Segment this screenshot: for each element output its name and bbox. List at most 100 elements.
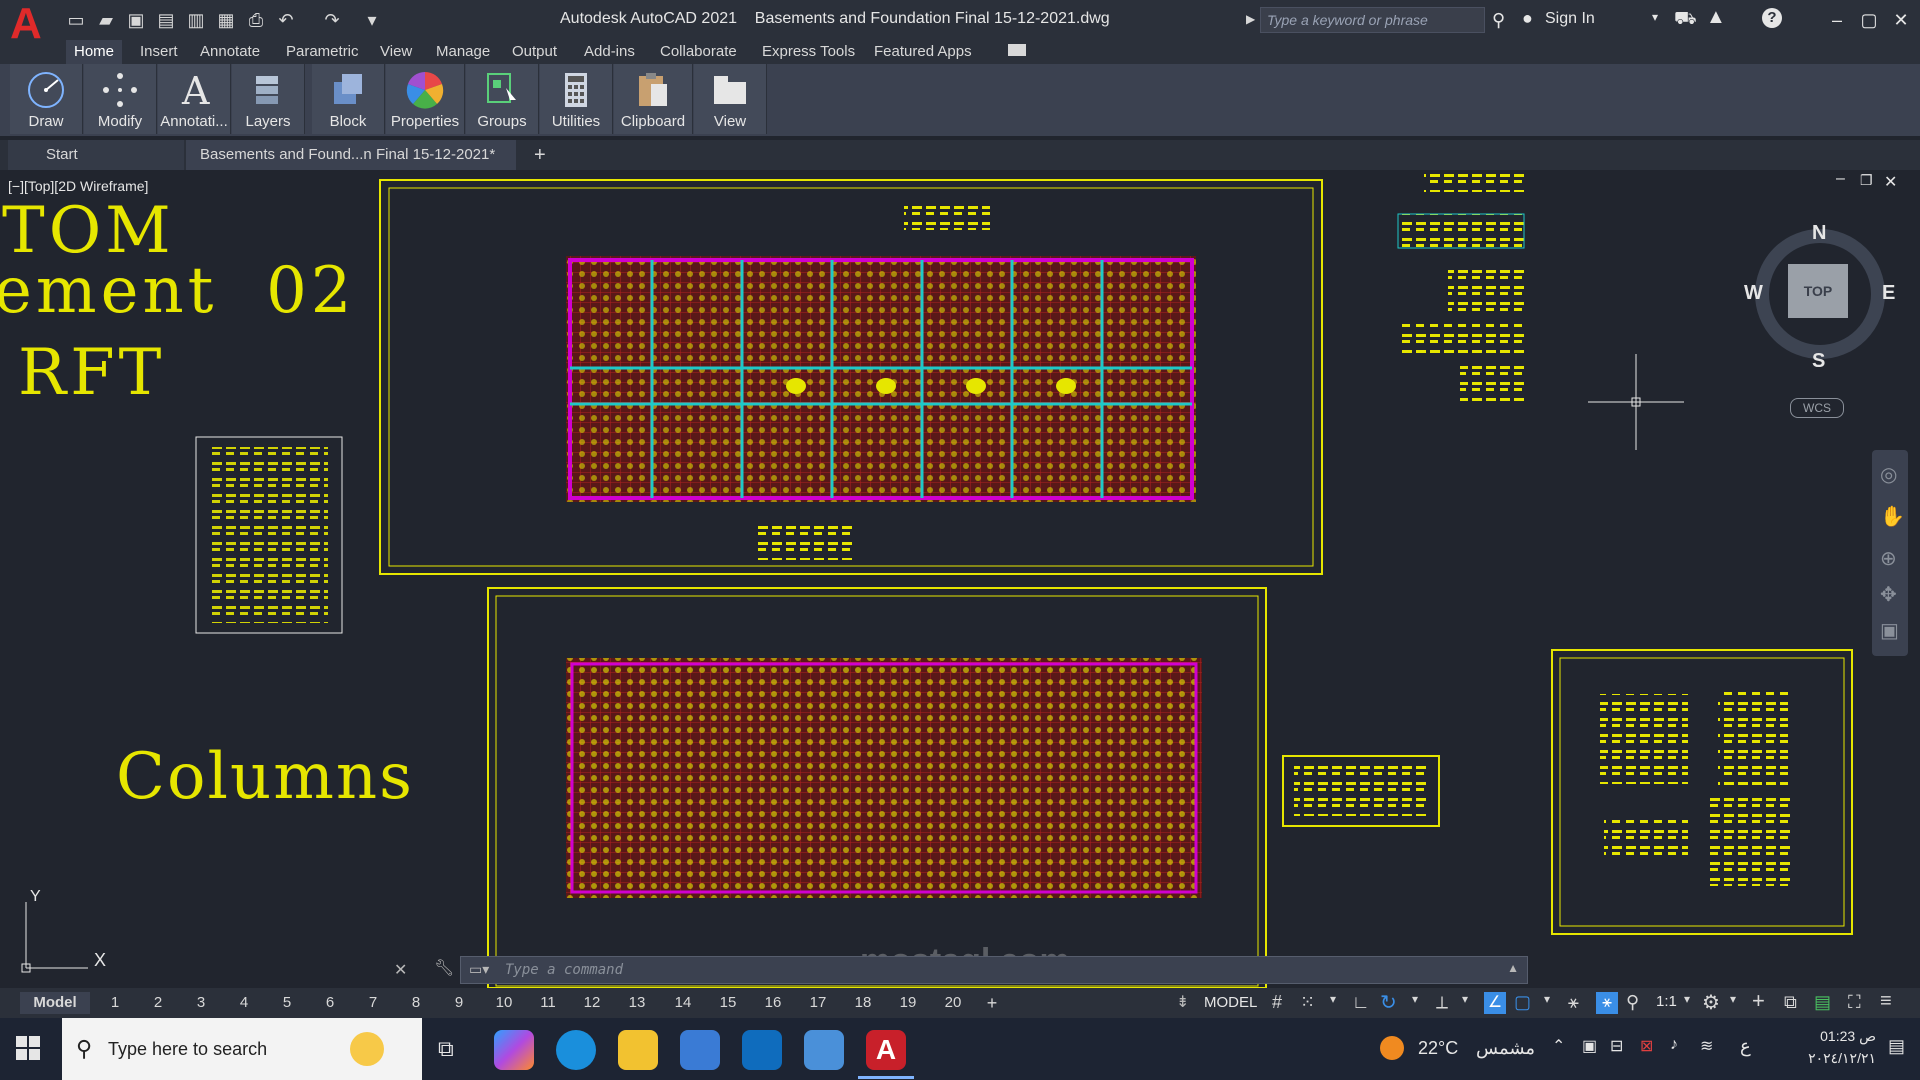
command-line[interactable]: ▭▾ Type a command ▲ <box>460 956 1528 984</box>
layout-tab-20[interactable]: 20 <box>936 992 970 1014</box>
object-snap-icon[interactable]: ▢ <box>1514 992 1531 1013</box>
viewcube-west[interactable]: W <box>1744 282 1763 305</box>
tray-app-icon[interactable]: ▣ <box>1582 1036 1597 1056</box>
orbit-icon[interactable]: ✥ <box>1880 582 1897 607</box>
tab-output[interactable]: Output <box>504 40 565 64</box>
autocad-logo-icon[interactable]: A <box>10 2 50 46</box>
viewcube-top-face[interactable]: TOP <box>1788 264 1848 318</box>
layout-tab-model[interactable]: Model <box>20 992 90 1014</box>
model-space-toggle[interactable]: MODEL <box>1204 992 1257 1014</box>
scale-dropdown-icon[interactable]: ▾ <box>1684 992 1690 1006</box>
taskbar-search-input[interactable]: ⚲ Type here to search <box>62 1018 422 1080</box>
redo-icon[interactable]: ↷ <box>322 10 342 30</box>
workspace-gear-icon[interactable]: ⚙ <box>1702 990 1720 1015</box>
drawing-canvas[interactable]: [−][Top][2D Wireframe] TOM ement 02 RFT … <box>0 172 1912 988</box>
volume-icon[interactable]: ♪ <box>1670 1036 1678 1054</box>
layout-tab-10[interactable]: 10 <box>487 992 521 1014</box>
viewcube-east[interactable]: E <box>1882 282 1895 305</box>
layout-tab-17[interactable]: 17 <box>801 992 835 1014</box>
add-layout-plus-icon[interactable]: + <box>980 992 1004 1014</box>
clipboard-panel-button[interactable]: Clipboard <box>614 64 693 134</box>
tray-alert-icon[interactable]: ⊠ <box>1640 1036 1653 1056</box>
weather-icon[interactable] <box>1380 1036 1404 1060</box>
layout-tab-15[interactable]: 15 <box>711 992 745 1014</box>
save-as-icon[interactable]: ▤ <box>156 10 176 30</box>
snap-icon[interactable]: ⁙ <box>1300 992 1315 1013</box>
isodraft-dropdown-icon[interactable]: ▾ <box>1462 992 1468 1006</box>
view-panel-button[interactable]: View <box>694 64 767 134</box>
tab-express-tools[interactable]: Express Tools <box>754 40 863 64</box>
groups-panel-button[interactable]: Groups <box>466 64 539 134</box>
command-input[interactable]: Type a command <box>505 962 623 978</box>
status-menu-icon[interactable]: ≡ <box>1880 990 1892 1013</box>
new-tab-plus-icon[interactable]: + <box>534 140 546 170</box>
layout-tab-7[interactable]: 7 <box>358 992 388 1014</box>
layout-tab-2[interactable]: 2 <box>143 992 173 1014</box>
object-snap-dropdown-icon[interactable]: ▾ <box>1544 992 1550 1006</box>
layout-tab-5[interactable]: 5 <box>272 992 302 1014</box>
autodesk-app-icon[interactable]: ▲ <box>1706 6 1726 29</box>
ribbon-toggle-icon[interactable] <box>1008 44 1026 56</box>
units-icon[interactable]: ⧉ <box>1784 992 1797 1013</box>
viewport-minimize-icon[interactable]: – <box>1836 172 1845 188</box>
steering-wheel-icon[interactable]: ◎ <box>1880 462 1897 487</box>
layout-tab-4[interactable]: 4 <box>229 992 259 1014</box>
tab-manage[interactable]: Manage <box>428 40 498 64</box>
search-input[interactable]: Type a keyword or phrase <box>1260 7 1485 33</box>
draw-panel-button[interactable]: Draw <box>10 64 83 134</box>
layout-tab-3[interactable]: 3 <box>186 992 216 1014</box>
tab-parametric[interactable]: Parametric <box>278 40 367 64</box>
tab-home[interactable]: Home <box>66 40 123 64</box>
snap-dropdown-icon[interactable]: ▾ <box>1330 992 1336 1006</box>
annotation-monitor-icon[interactable]: + <box>1752 988 1765 1014</box>
minimize-icon[interactable]: – <box>1822 6 1852 34</box>
layout-tab-8[interactable]: 8 <box>401 992 431 1014</box>
user-icon[interactable]: ● <box>1522 8 1533 29</box>
weather-desc[interactable]: مشمس <box>1476 1038 1535 1059</box>
tab-add-ins[interactable]: Add-ins <box>576 40 643 64</box>
viewcube-north[interactable]: N <box>1812 222 1826 245</box>
save-icon[interactable]: ▣ <box>126 10 146 30</box>
status-customize-icon[interactable]: ⇟ <box>1176 992 1189 1012</box>
edge-app-icon[interactable] <box>556 1030 596 1070</box>
isodraft-icon[interactable]: ⟂ <box>1436 992 1448 1013</box>
open-folder-icon[interactable]: ▰ <box>96 10 116 30</box>
properties-panel-button[interactable]: Properties <box>386 64 465 134</box>
auto-scale-icon[interactable]: ⚹ <box>1596 992 1618 1014</box>
layout-tab-6[interactable]: 6 <box>315 992 345 1014</box>
signin-dropdown-icon[interactable]: ▾ <box>1652 10 1658 24</box>
ortho-icon[interactable]: ∟ <box>1352 992 1370 1013</box>
sign-in-link[interactable]: Sign In <box>1545 10 1595 28</box>
layout-tab-18[interactable]: 18 <box>846 992 880 1014</box>
command-history-icon[interactable]: ▭▾ <box>469 961 489 978</box>
notifications-icon[interactable]: ▤ <box>1888 1036 1905 1057</box>
close-icon[interactable]: ✕ <box>1886 6 1916 34</box>
workspace-dropdown-icon[interactable]: ▾ <box>1730 992 1736 1006</box>
copilot-app-icon[interactable] <box>494 1030 534 1070</box>
input-language[interactable]: ع <box>1740 1036 1751 1057</box>
layout-tab-13[interactable]: 13 <box>620 992 654 1014</box>
remote-desktop-icon[interactable] <box>804 1030 844 1070</box>
layout-tab-1[interactable]: 1 <box>100 992 130 1014</box>
zoom-icon[interactable]: ⊕ <box>1880 546 1897 571</box>
command-expand-icon[interactable]: ▲ <box>1507 961 1519 975</box>
expand-arrow-icon[interactable]: ▶ <box>1246 12 1255 26</box>
file-explorer-icon[interactable] <box>618 1030 658 1070</box>
tray-display-icon[interactable]: ⊟ <box>1610 1036 1623 1056</box>
search-icon[interactable]: ⚲ <box>1492 10 1505 31</box>
layout-tab-14[interactable]: 14 <box>666 992 700 1014</box>
wcs-menu[interactable]: WCS <box>1790 398 1844 418</box>
viewport-close-icon[interactable]: ✕ <box>1884 172 1897 192</box>
layout-tab-9[interactable]: 9 <box>444 992 474 1014</box>
clock-date[interactable]: ٢٠٢٤/١٢/٢١ <box>1778 1050 1876 1067</box>
tab-drawing[interactable]: Basements and Found...n Final 15-12-2021… <box>186 140 516 193</box>
command-close-icon[interactable]: ✕ <box>394 960 407 980</box>
polar-dropdown-icon[interactable]: ▾ <box>1412 992 1418 1006</box>
layers-panel-button[interactable]: Layers <box>232 64 305 134</box>
windows-start-icon[interactable] <box>16 1036 40 1060</box>
layout-tab-12[interactable]: 12 <box>575 992 609 1014</box>
command-settings-icon[interactable]: 🔧︎ <box>434 958 454 978</box>
outlook-app-icon[interactable] <box>742 1030 782 1070</box>
pan-hand-icon[interactable]: ✋ <box>1880 504 1905 529</box>
modify-panel-button[interactable]: Modify <box>84 64 157 134</box>
